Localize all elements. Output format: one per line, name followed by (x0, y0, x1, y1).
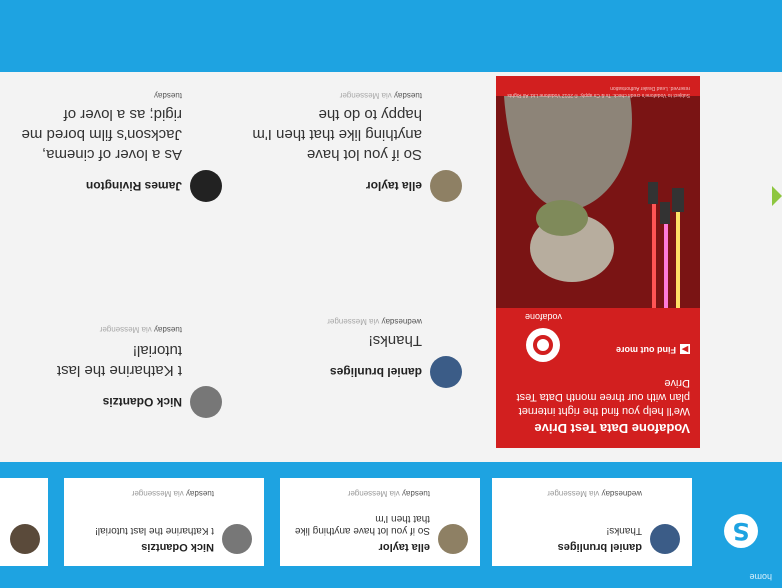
message-day: wednesday (601, 489, 642, 498)
message-via: via Messenger (347, 489, 400, 498)
top-bar (0, 0, 782, 72)
feed-item[interactable]: ella taylor So if you lot have anything … (252, 82, 462, 202)
ad-illustration (496, 96, 700, 308)
message-meta: tuesday via Messenger (340, 91, 422, 100)
vodafone-speechmark-icon (533, 335, 553, 355)
feed-item[interactable]: James Rivington As a lover of cinema, Ja… (12, 82, 222, 202)
recent-tile[interactable]: daniel brunliges Thanks! wednesday via M… (492, 478, 692, 566)
message-day: tuesday (153, 325, 182, 334)
avatar (438, 524, 468, 554)
ad-image (496, 96, 700, 308)
recent-tile[interactable]: ella taylor So if you lot have anything … (280, 478, 480, 566)
recent-tile-partial[interactable] (0, 478, 48, 566)
message-preview: Thanks! (606, 525, 642, 536)
play-arrow-icon: ▶ (680, 344, 690, 354)
message-via: via Messenger (131, 489, 184, 498)
contact-name: daniel brunliges (557, 541, 642, 553)
ad-cta-label: Find out more (616, 345, 676, 355)
message-preview: So if you lot have anything like that th… (294, 513, 430, 536)
recent-tile[interactable]: Nick Odantzis t Katharine the last tutor… (64, 478, 264, 566)
message-text: So if you lot have anything like that th… (252, 106, 422, 163)
ad-body: We'll help you find the right internet p… (516, 377, 690, 417)
avatar (190, 170, 222, 202)
contact-name: ella taylor (365, 179, 422, 193)
contact-name: Nick Odantzis (102, 395, 182, 409)
contact-name: daniel brunliges (329, 365, 422, 379)
message-text: As a lover of cinema, Jackson's film bor… (21, 106, 182, 163)
message-via: via Messenger (99, 325, 152, 334)
message-meta: tuesday via Messenger (348, 489, 430, 498)
message-via: via Messenger (327, 317, 380, 326)
avatar (650, 524, 680, 554)
selection-pointer (394, 462, 408, 470)
feed-item[interactable]: Nick Odantzis t Katharine the last tutor… (12, 316, 222, 418)
ad-title: Vodafone Data Test Drive (534, 421, 690, 436)
avatar (222, 524, 252, 554)
message-text: Thanks! (368, 332, 422, 349)
feed-item[interactable]: daniel brunliges Thanks! wednesday via M… (252, 308, 462, 388)
vodafone-ad[interactable]: Vodafone Data Test Drive We'll help you … (496, 76, 700, 448)
message-meta: wednesday via Messenger (547, 489, 642, 498)
home-strip: home S daniel brunliges Thanks! wednesda… (0, 462, 782, 588)
message-preview: t Katharine the last tutorial! (95, 525, 214, 536)
contact-name: Nick Odantzis (141, 541, 214, 553)
message-day: tuesday (185, 489, 214, 498)
message-day: tuesday (153, 91, 182, 100)
message-text: t Katharine the last tutorial! (56, 342, 182, 379)
contact-name: James Rivington (85, 179, 182, 193)
message-meta: tuesday via Messenger (100, 325, 182, 334)
message-day: tuesday (393, 91, 422, 100)
avatar (430, 170, 462, 202)
avatar (10, 524, 40, 554)
message-day: wednesday (381, 317, 422, 326)
home-label: home (749, 572, 772, 582)
message-via: via Messenger (339, 91, 392, 100)
message-meta: wednesday via Messenger (327, 317, 422, 326)
message-meta: tuesday (154, 91, 182, 100)
skype-window: home S daniel brunliges Thanks! wednesda… (0, 0, 782, 588)
ad-brand: vodafone (524, 312, 562, 322)
message-via: via Messenger (547, 489, 600, 498)
message-day: tuesday (401, 489, 430, 498)
contact-name: ella taylor (378, 541, 430, 553)
ad-fine-print: Subject to Vodafone's credit check. Ts &… (507, 85, 690, 98)
skype-logo[interactable]: S (724, 514, 758, 548)
ad-find-out-more-button[interactable]: ▶ Find out more (616, 344, 690, 355)
message-meta: tuesday via Messenger (132, 489, 214, 498)
avatar (430, 356, 462, 388)
green-arrow-icon[interactable] (772, 186, 782, 206)
avatar (190, 386, 222, 418)
